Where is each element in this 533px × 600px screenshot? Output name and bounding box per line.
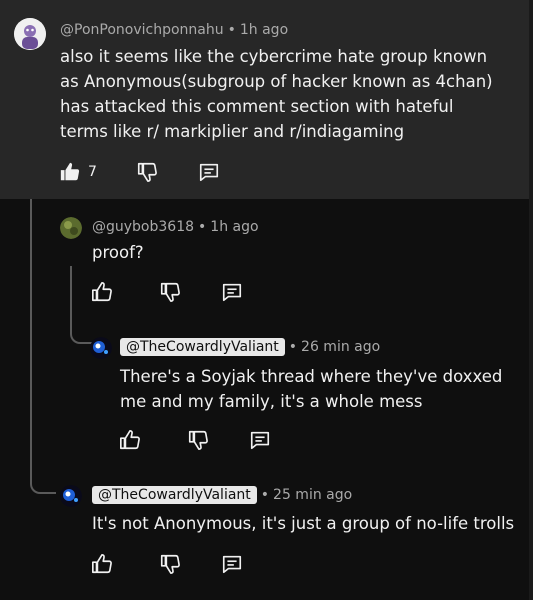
avatar[interactable] — [14, 18, 46, 50]
comment-text: There's a Soyjak thread where they've do… — [120, 367, 503, 411]
thumbs-up-icon — [120, 430, 140, 450]
avatar[interactable] — [90, 337, 112, 359]
timestamp[interactable]: 1h ago — [240, 22, 288, 38]
separator-dot: • — [288, 339, 298, 355]
comment-meta: @PonPonovichponnahu • 1h ago — [60, 22, 288, 38]
like-button[interactable] — [118, 428, 142, 452]
reply-button[interactable] — [220, 552, 244, 576]
reply-icon — [199, 163, 218, 182]
thumbs-up-icon — [60, 162, 80, 181]
thread-elbow-reply-3 — [70, 318, 94, 344]
author-name[interactable]: @PonPonovichponnahu — [60, 22, 224, 38]
comment-actions — [90, 280, 244, 304]
dislike-button[interactable] — [158, 280, 182, 304]
avatar[interactable] — [60, 485, 82, 507]
dislike-button[interactable] — [186, 428, 210, 452]
comment-actions — [90, 552, 244, 576]
dislike-button[interactable] — [135, 160, 159, 184]
avatar[interactable] — [60, 217, 82, 239]
comment-text: also it seems like the cybercrime hate g… — [60, 47, 493, 141]
separator-dot: • — [198, 219, 207, 235]
reply-button[interactable] — [197, 160, 221, 184]
scrollbar-track[interactable] — [529, 0, 533, 600]
author-chip[interactable]: @TheCowardlyValiant — [120, 338, 285, 356]
timestamp[interactable]: 1h ago — [210, 219, 258, 235]
reply-button[interactable] — [248, 428, 272, 452]
dislike-button[interactable] — [158, 552, 182, 576]
thread-line-nested — [70, 266, 72, 326]
thumbs-up-icon — [92, 282, 112, 302]
thread-line-main — [30, 199, 32, 479]
thumbs-down-icon — [160, 554, 180, 574]
thread-elbow-reply-1 — [30, 199, 56, 212]
comment-actions — [118, 428, 272, 452]
reply-icon — [250, 431, 270, 450]
like-button[interactable] — [90, 280, 114, 304]
thumbs-up-icon — [92, 554, 112, 574]
separator-dot: • — [260, 487, 270, 503]
separator-dot: • — [227, 22, 236, 38]
reply-button[interactable] — [220, 280, 244, 304]
timestamp[interactable]: 25 min ago — [273, 487, 352, 503]
comment-meta: @guybob3618 • 1h ago — [92, 219, 259, 235]
like-count: 7 — [88, 164, 97, 180]
comment-text: proof? — [92, 243, 144, 262]
thread-elbow-reply-4 — [30, 468, 56, 494]
comment-meta: @TheCowardlyValiant • 26 min ago — [120, 338, 380, 356]
timestamp[interactable]: 26 min ago — [301, 339, 380, 355]
thumbs-down-icon — [188, 430, 208, 450]
author-name[interactable]: @guybob3618 — [92, 219, 194, 235]
reply-icon — [222, 283, 242, 302]
comment-text: It's not Anonymous, it's just a group of… — [92, 514, 515, 533]
like-button[interactable] — [90, 552, 114, 576]
like-button[interactable] — [58, 160, 82, 184]
comment-actions: 7 — [58, 160, 221, 184]
reply-icon — [222, 555, 242, 574]
thumbs-down-icon — [137, 162, 157, 182]
author-chip[interactable]: @TheCowardlyValiant — [92, 486, 257, 504]
comment-meta: @TheCowardlyValiant • 25 min ago — [92, 486, 352, 504]
thumbs-down-icon — [160, 282, 180, 302]
